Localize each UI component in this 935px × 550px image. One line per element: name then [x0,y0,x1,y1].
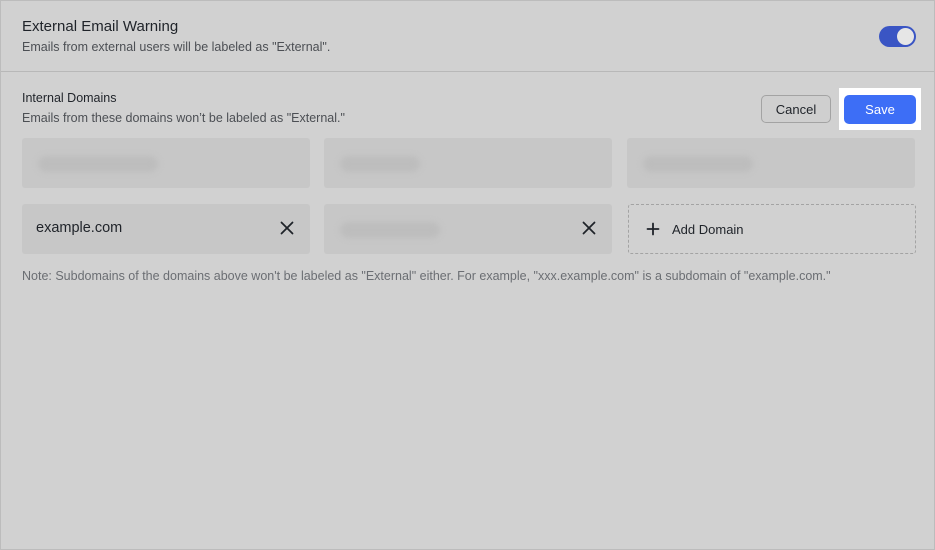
external-warning-title: External Email Warning [22,18,179,35]
domain-item-5 [324,204,612,254]
external-warning-section: External Email Warning Emails from exter… [1,1,934,72]
close-icon[interactable] [278,219,296,237]
domain-item-3 [627,138,915,188]
domain-item-2 [324,138,612,188]
domain-item-4: example.com [22,204,310,254]
close-icon[interactable] [580,219,598,237]
internal-domains-description: Emails from these domains won’t be label… [22,111,345,125]
domain-item-1 [22,138,310,188]
add-domain-label: Add Domain [672,222,744,237]
save-button[interactable]: Save [844,95,916,124]
external-warning-description: Emails from external users will be label… [22,40,331,54]
external-warning-toggle[interactable] [879,26,916,47]
redacted-domain [340,222,440,238]
toggle-knob [897,28,914,45]
redacted-domain [340,156,420,172]
cancel-button[interactable]: Cancel [761,95,831,123]
plus-icon [646,222,660,236]
redacted-domain [643,156,753,172]
redacted-domain [38,156,158,172]
add-domain-button[interactable]: Add Domain [628,204,916,254]
settings-panel: External Email Warning Emails from exter… [0,0,935,550]
internal-domains-title: Internal Domains [22,91,117,105]
domain-value: example.com [36,220,123,236]
subdomain-note: Note: Subdomains of the domains above wo… [22,269,831,283]
